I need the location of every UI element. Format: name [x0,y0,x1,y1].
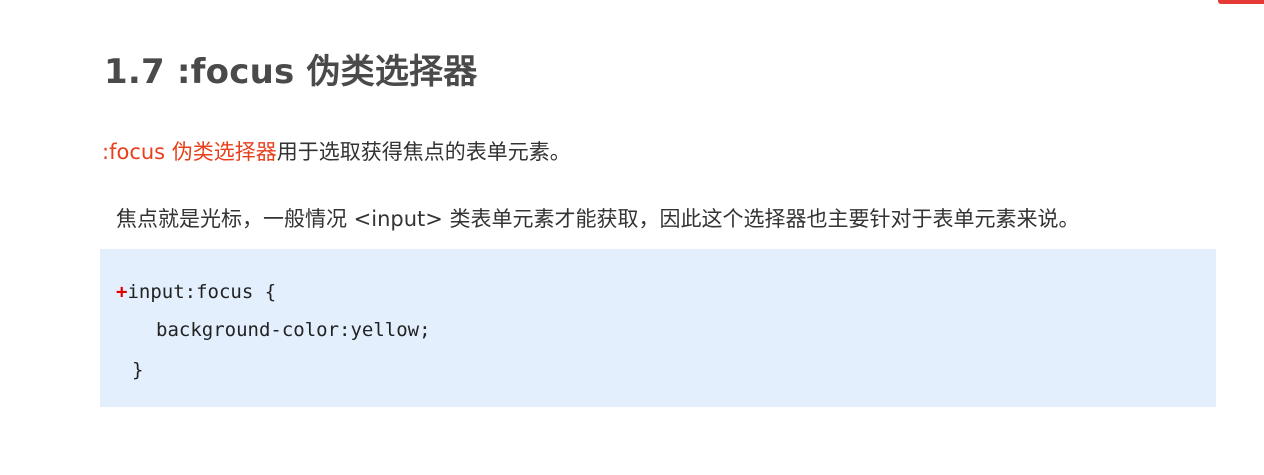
detail-paragraph: 焦点就是光标，一般情况 <input> 类表单元素才能获取，因此这个选择器也主要… [116,207,1080,231]
plus-marker-icon: + [116,281,128,303]
code-line-selector: +input:focus { [116,281,276,303]
corner-accent-bar [1218,0,1264,4]
code-block: +input:focus { background-color:yellow; … [100,249,1216,407]
page-title: 1.7 :focus 伪类选择器 [104,52,478,92]
code-selector-text: input:focus { [127,281,277,303]
selector-highlight: :focus 伪类选择器 [102,140,277,164]
code-line-closing-brace: } [132,359,144,381]
code-line-declaration: background-color:yellow; [156,319,431,341]
intro-description: 用于选取获得焦点的表单元素。 [276,140,571,164]
intro-paragraph: :focus 伪类选择器用于选取获得焦点的表单元素。 [102,136,571,166]
